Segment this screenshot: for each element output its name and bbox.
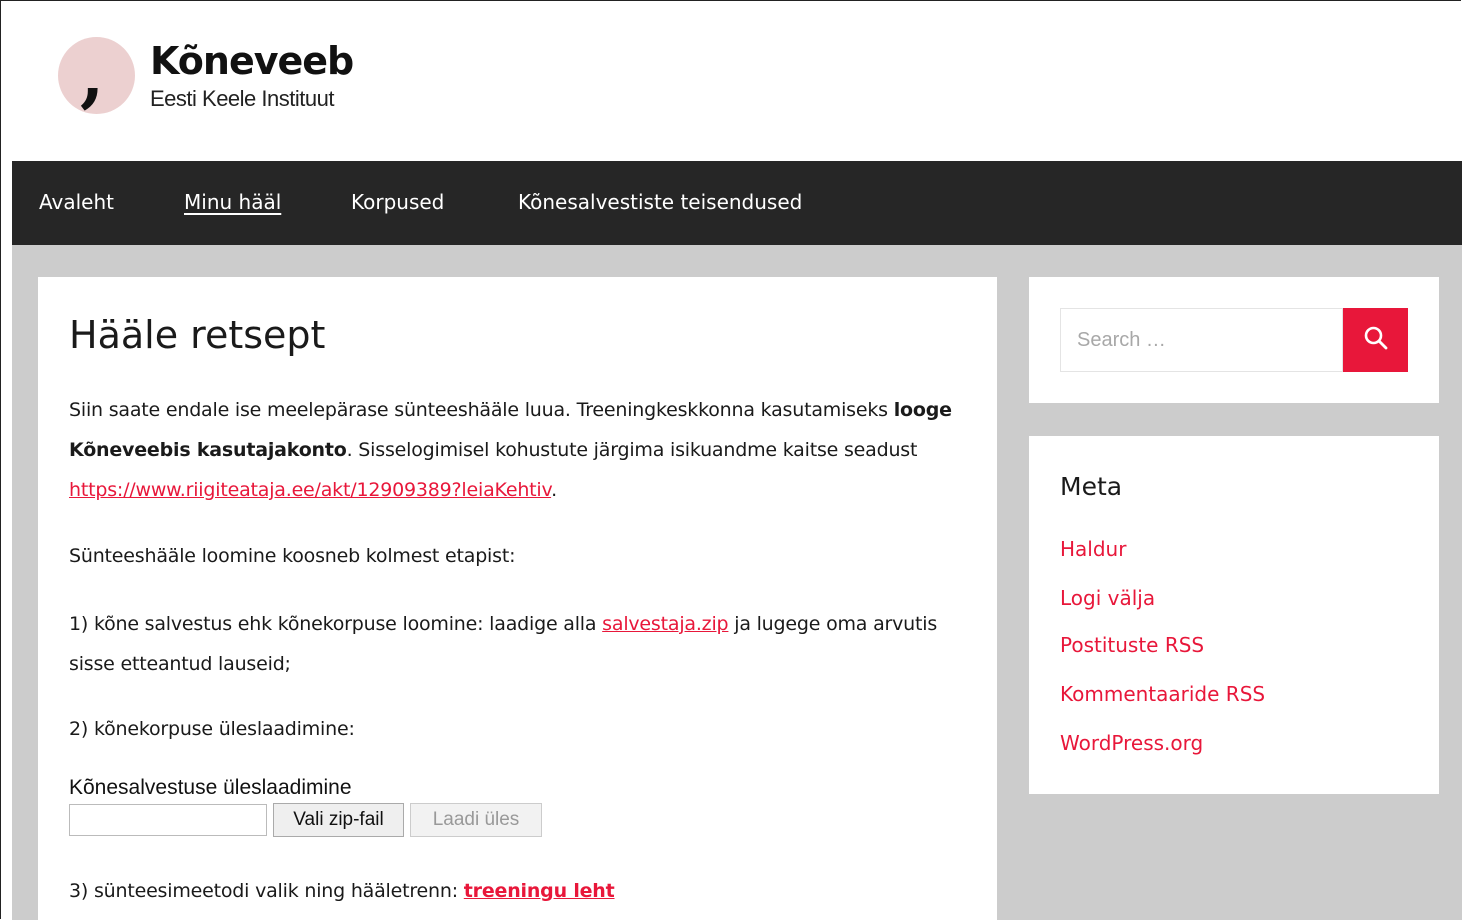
screenshot-frame <box>0 0 1461 919</box>
